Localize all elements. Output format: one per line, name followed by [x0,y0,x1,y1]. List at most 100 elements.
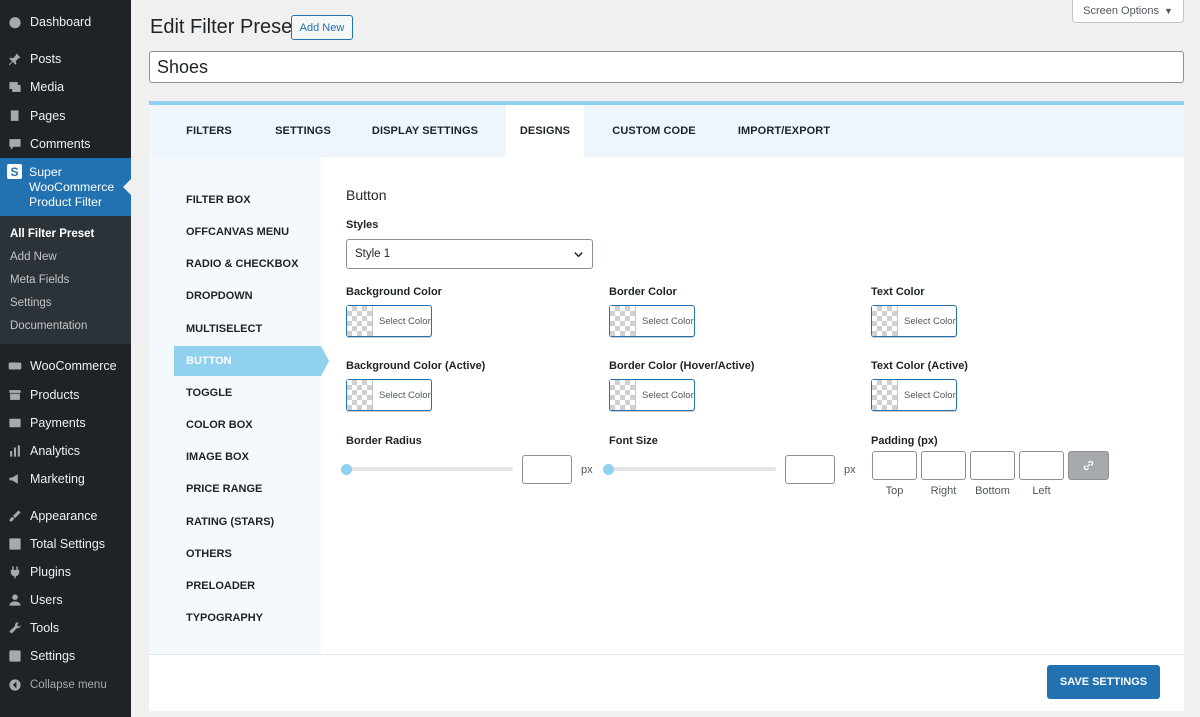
settings-panel-icon [8,537,22,551]
bar-chart-icon [8,444,22,458]
tab-import-export[interactable]: IMPORT/EXPORT [726,105,842,157]
tab-custom-code[interactable]: CUSTOM CODE [601,105,707,157]
border-radius-unit: px [581,464,593,476]
add-new-button[interactable]: Add New [291,15,353,40]
tab-designs[interactable]: DESIGNS [506,105,584,157]
dashboard-icon [8,15,22,29]
section-title: Button [346,187,387,203]
font-size-label: Font Size [609,435,658,447]
select-color-label: Select Color [379,315,431,327]
save-settings-button[interactable]: SAVE SETTINGS [1047,665,1160,699]
sidebar-item-appearance[interactable]: Appearance [0,502,131,530]
sidebar-item-label: Analytics [30,444,81,458]
link-padding-button[interactable] [1068,451,1109,480]
border-color-picker[interactable]: Select Color [609,305,695,337]
design-nav-color-box[interactable]: COLOR BOX [174,410,321,440]
sidebar-item-plugins[interactable]: Plugins [0,558,131,586]
font-size-slider-handle[interactable] [603,464,614,475]
sidebar-item-media[interactable]: Media [0,73,131,101]
sidebar-item-super-woocommerce-product-filter[interactable]: S Super WooCommerce Product Filter [0,158,131,216]
padding-left-input[interactable] [1019,451,1064,480]
select-color-label: Select Color [379,389,431,401]
tab-filters[interactable]: FILTERS [171,105,247,157]
padding-top-label: Top [885,485,904,497]
wrench-icon [8,621,22,635]
submenu-meta-fields[interactable]: Meta Fields [10,274,69,286]
select-color-label: Select Color [642,389,694,401]
submenu-all-filter-preset[interactable]: All Filter Preset [10,228,94,240]
submenu-add-new[interactable]: Add New [10,251,57,263]
design-nav-preloader[interactable]: PRELOADER [174,571,321,601]
sidebar-item-posts[interactable]: Posts [0,45,131,73]
padding-left-label: Left [1032,485,1051,497]
style-select[interactable]: Style 1 [346,239,593,269]
chevron-down-icon [574,252,583,258]
design-nav-typography[interactable]: TYPOGRAPHY [174,603,321,633]
design-nav-others[interactable]: OTHERS [174,539,321,569]
media-icon [8,80,22,94]
design-nav: FILTER BOX OFFCANVAS MENU RADIO & CHECKB… [149,157,329,654]
plug-icon [8,565,22,579]
sidebar-item-analytics[interactable]: Analytics [0,437,131,465]
background-color-picker[interactable]: Select Color [346,305,432,337]
border-color-hover-active-picker[interactable]: Select Color [609,379,695,411]
sidebar-item-label: Marketing [30,472,85,486]
transparent-swatch [610,306,636,336]
font-size-unit: px [844,464,856,476]
sidebar-item-woocommerce[interactable]: WooCommerce [0,352,131,380]
border-color-hover-active-label: Border Color (Hover/Active) [609,360,755,372]
tab-display-settings[interactable]: DISPLAY SETTINGS [361,105,489,157]
design-nav-price-range[interactable]: PRICE RANGE [174,474,321,504]
sidebar-item-label: Comments [30,137,91,151]
padding-top-input[interactable] [872,451,917,480]
tab-settings[interactable]: SETTINGS [263,105,343,157]
preset-title-input[interactable] [149,51,1184,83]
sidebar-submenu: All Filter Preset Add New Meta Fields Se… [0,216,131,344]
screen-options-button[interactable]: Screen Options ▼ [1072,0,1184,23]
sidebar-item-label: Dashboard [30,15,92,29]
border-radius-slider-track[interactable] [346,467,513,471]
design-nav-dropdown[interactable]: DROPDOWN [174,281,321,311]
design-nav-rating-stars[interactable]: RATING (STARS) [174,507,321,537]
font-size-slider-track[interactable] [609,467,776,471]
sidebar-item-users[interactable]: Users [0,586,131,614]
sidebar-item-comments[interactable]: Comments [0,130,131,158]
background-color-active-picker[interactable]: Select Color [346,379,432,411]
archive-icon [8,388,22,402]
select-color-label: Select Color [904,315,956,327]
sidebar-item-dashboard[interactable]: Dashboard [0,8,131,36]
collapse-menu-button[interactable]: Collapse menu [0,671,131,699]
text-color-picker[interactable]: Select Color [871,305,957,337]
sidebar-item-tools[interactable]: Tools [0,614,131,642]
submenu-documentation[interactable]: Documentation [10,320,87,332]
sidebar-item-payments[interactable]: Payments [0,409,131,437]
submenu-settings[interactable]: Settings [10,297,52,309]
select-color-label: Select Color [642,315,694,327]
preset-editor-panel: FILTERS SETTINGS DISPLAY SETTINGS DESIGN… [149,101,1184,711]
border-radius-input[interactable] [522,455,572,484]
text-color-active-picker[interactable]: Select Color [871,379,957,411]
design-nav-image-box[interactable]: IMAGE BOX [174,442,321,472]
design-nav-multiselect[interactable]: MULTISELECT [174,314,321,344]
sidebar-item-settings[interactable]: Settings [0,642,131,670]
design-nav-offcanvas-menu[interactable]: OFFCANVAS MENU [174,217,321,247]
border-radius-slider-handle[interactable] [341,464,352,475]
sidebar-item-label: Media [30,80,65,94]
transparent-swatch [872,306,898,336]
pages-icon [8,109,22,123]
sidebar-item-pages[interactable]: Pages [0,102,131,130]
sidebar-item-marketing[interactable]: Marketing [0,465,131,493]
padding-right-input[interactable] [921,451,966,480]
design-nav-filter-box[interactable]: FILTER BOX [174,185,321,215]
design-nav-radio-checkbox[interactable]: RADIO & CHECKBOX [174,249,321,279]
sidebar-item-products[interactable]: Products [0,381,131,409]
sidebar-item-total-settings[interactable]: Total Settings [0,530,131,558]
design-nav-button[interactable]: BUTTON [174,346,329,376]
megaphone-icon [8,472,22,486]
sidebar-item-label: WooCommerce [30,359,117,373]
sidebar-item-label: Payments [30,416,86,430]
font-size-input[interactable] [785,455,835,484]
design-nav-toggle[interactable]: TOGGLE [174,378,321,408]
settings-icon [8,649,22,663]
padding-bottom-input[interactable] [970,451,1015,480]
